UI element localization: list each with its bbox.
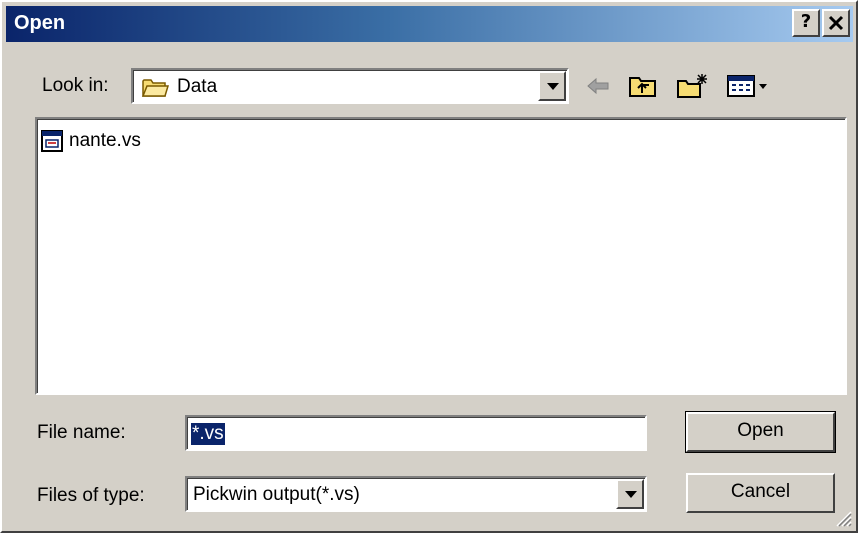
back-arrow-icon[interactable] — [584, 72, 612, 100]
file-name-label: File name: — [37, 422, 126, 443]
files-of-type-combo[interactable]: Pickwin output(*.vs) — [185, 476, 647, 512]
close-icon — [828, 15, 844, 31]
file-name-value: *.vs — [191, 423, 225, 445]
look-in-value: Data — [177, 76, 218, 97]
open-dialog: Open ? Look in: Data nante.vs File name:… — [0, 0, 858, 533]
cancel-button-label: Cancel — [730, 481, 791, 502]
file-name-field[interactable]: *.vs — [185, 415, 647, 451]
folder-icon — [141, 79, 169, 97]
look-in-dropdown-button[interactable] — [538, 71, 566, 101]
file-list[interactable]: nante.vs — [35, 117, 847, 395]
view-menu-icon[interactable] — [726, 72, 770, 100]
files-of-type-value: Pickwin output(*.vs) — [193, 484, 360, 505]
files-of-type-label: Files of type: — [37, 485, 145, 506]
help-button[interactable]: ? — [792, 9, 820, 37]
cancel-button[interactable]: Cancel — [686, 473, 835, 513]
new-folder-icon[interactable] — [676, 72, 710, 100]
file-icon — [41, 130, 63, 152]
resize-grip-icon[interactable] — [832, 507, 852, 527]
open-button-label: Open — [737, 420, 784, 441]
file-name: nante.vs — [69, 130, 141, 151]
up-folder-icon[interactable] — [628, 72, 658, 100]
close-button[interactable] — [822, 9, 850, 37]
files-of-type-dropdown-button[interactable] — [616, 479, 644, 509]
look-in-label: Look in: — [42, 75, 109, 96]
look-in-combo[interactable]: Data — [131, 68, 569, 104]
open-button[interactable]: Open — [685, 411, 836, 453]
dialog-title: Open — [14, 12, 66, 34]
title-bar[interactable]: Open ? — [6, 6, 853, 42]
